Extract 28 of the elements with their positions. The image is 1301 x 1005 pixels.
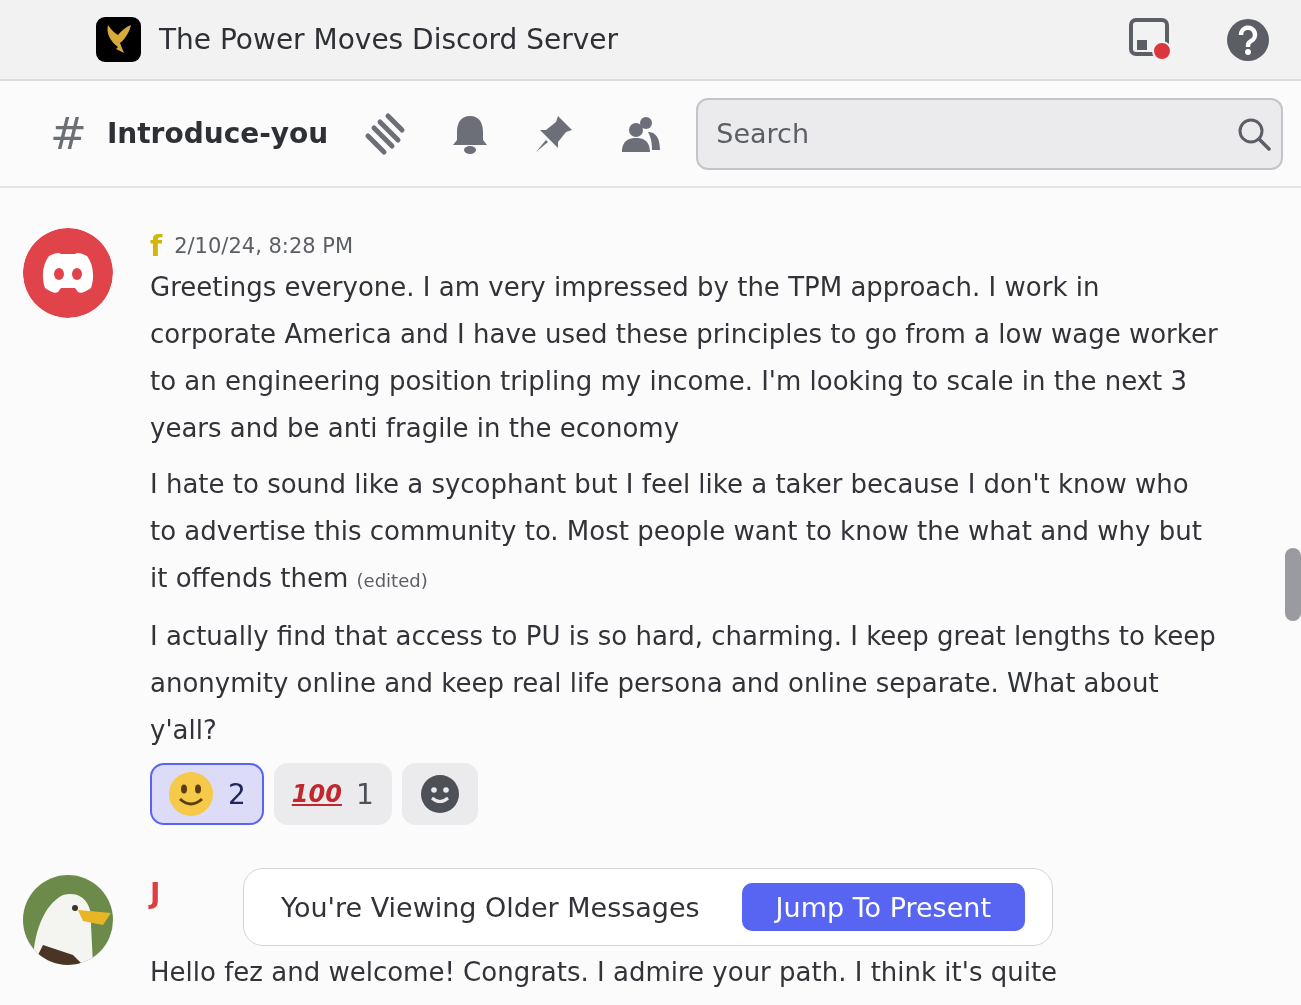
jump-to-present-button[interactable]: Jump To Present xyxy=(741,883,1025,931)
message-text: I hate to sound like a sycophant but I feel like a taker because I don't know who to advertise this community to. Most people want to know the what and why but it offends them (edited) xyxy=(150,468,1203,595)
avatar[interactable] xyxy=(23,228,113,318)
message-text: Greetings everyone. I am very impressed by the TPM approach. I work in corporate America and I have used these principles to go from a low wage worker to an engineering position tripling my income. I'm looking to scale in the next 3 years and be anti fragile in the economy xyxy=(150,271,1219,445)
timestamp: 2/10/24, 8:28 PM xyxy=(174,234,354,258)
username[interactable]: J xyxy=(150,876,161,910)
search-icon[interactable] xyxy=(1237,116,1271,151)
reaction-button[interactable]: 2 xyxy=(150,763,264,825)
hundred-emoji: 100 xyxy=(291,780,342,808)
reaction-button[interactable]: 100 1 xyxy=(273,763,392,825)
pin-icon[interactable] xyxy=(534,113,575,154)
message-text: Hello fez and welcome! Congrats. I admire your path. I think it's quite xyxy=(150,956,1059,989)
scrollbar-thumb[interactable] xyxy=(1285,548,1301,621)
add-reaction-button[interactable] xyxy=(401,763,478,825)
message-text: I actually find that access to PU is so hard, charming. I keep great lengths to keep anonymity online and keep real life persona and online separate. What about y'all? xyxy=(150,620,1217,747)
smiley-icon xyxy=(419,774,460,814)
smile-emoji-icon xyxy=(168,771,214,817)
bell-icon[interactable] xyxy=(452,113,489,154)
edited-label: (edited) xyxy=(356,570,428,591)
inbox-icon[interactable] xyxy=(1129,17,1173,62)
server-icon[interactable] xyxy=(96,17,141,62)
search-field[interactable]: Search xyxy=(696,97,1283,170)
window-title: The Power Moves Discord Server xyxy=(159,23,620,56)
channel-name: Introduce-you xyxy=(106,117,329,150)
members-icon[interactable] xyxy=(620,115,661,152)
banner-text: You're Viewing Older Messages xyxy=(281,891,700,923)
help-icon[interactable] xyxy=(1227,18,1269,61)
hash-icon: # xyxy=(50,108,87,159)
